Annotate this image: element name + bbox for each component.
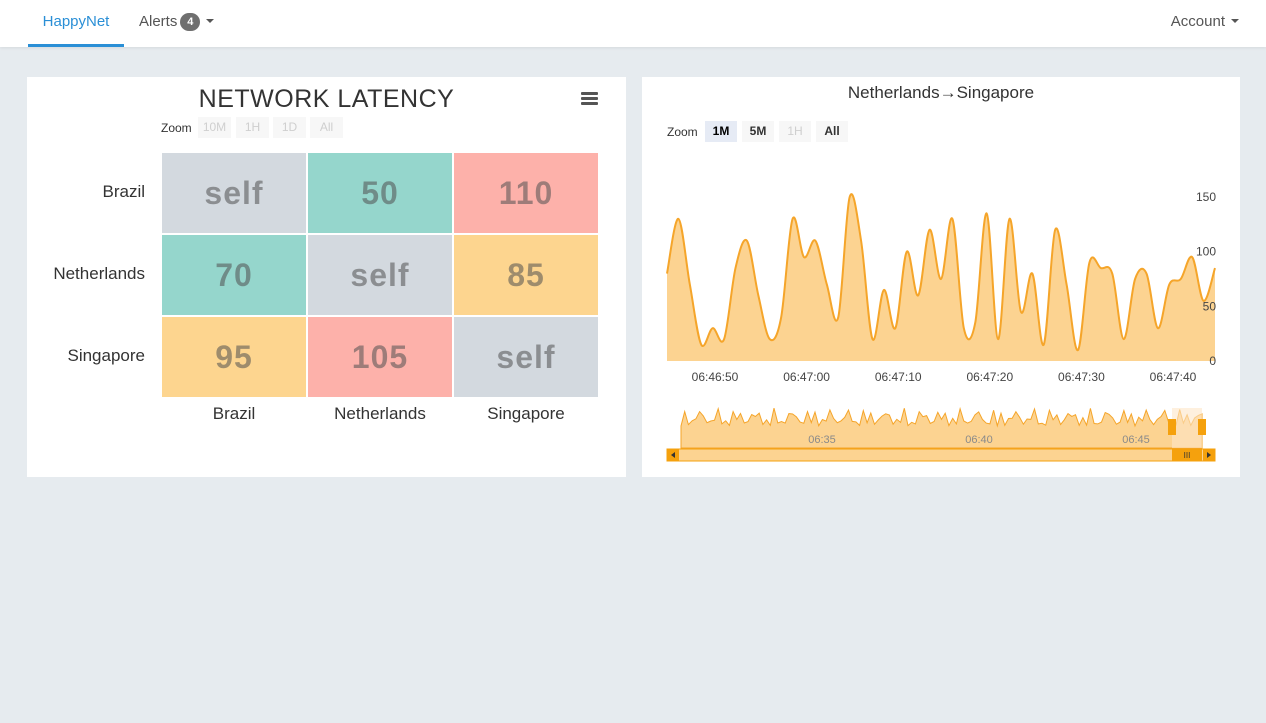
- zoom-all-button[interactable]: All: [310, 117, 343, 138]
- alerts-label: Alerts: [139, 13, 178, 30]
- zoom-label: Zoom: [161, 121, 192, 135]
- heatmap-cell[interactable]: 110: [454, 153, 598, 233]
- heatmap-title: NETWORK LATENCY: [198, 85, 455, 113]
- chevron-down-icon: [1231, 19, 1239, 23]
- heatmap-cell[interactable]: self: [308, 235, 452, 315]
- heatmap-cell[interactable]: 85: [454, 235, 598, 315]
- navigator-left-handle: [1168, 419, 1176, 435]
- heatmap-cell[interactable]: 50: [308, 153, 452, 233]
- account-label: Account: [1170, 13, 1225, 30]
- col-label-netherlands: Netherlands: [334, 404, 426, 423]
- x-tick-label: 06:47:40: [1150, 370, 1197, 384]
- x-tick-label: 06:47:30: [1058, 370, 1105, 384]
- navigator-selection: [1172, 408, 1202, 448]
- hamburger-menu-icon[interactable]: [580, 91, 600, 107]
- main-plot-area: [666, 193, 1216, 361]
- x-axis: 06:46:50 06:47:00 06:47:10 06:47:20 06:47:30…: [692, 370, 1197, 384]
- heatmap-cell[interactable]: self: [162, 153, 306, 233]
- x-tick-label: 06:47:00: [783, 370, 830, 384]
- active-tab-indicator: [28, 44, 124, 47]
- alerts-dropdown[interactable]: Alerts 4: [139, 0, 215, 47]
- navigator-label: 06:35: [808, 434, 836, 446]
- x-tick-label: 06:47:20: [966, 370, 1013, 384]
- row-label-brazil: Brazil: [102, 182, 145, 201]
- navigator-right-handle: [1198, 419, 1206, 435]
- heatmap-cell[interactable]: self: [454, 317, 598, 397]
- x-tick-label: 06:47:10: [875, 370, 922, 384]
- zoom-1h-button[interactable]: 1H: [236, 117, 269, 138]
- chevron-down-icon: [206, 19, 215, 23]
- navigator-area: 06:35 06:40 06:45 III: [666, 406, 1216, 462]
- latency-heatmap-panel: NETWORK LATENCY Zoom 10M 1H 1D All Brazi…: [27, 77, 626, 477]
- y-tick-label: 50: [1203, 299, 1217, 313]
- row-label-netherlands: Netherlands: [53, 264, 145, 283]
- heatmap-cell[interactable]: 105: [308, 317, 452, 397]
- navigator-scrollbar-track: [666, 448, 1216, 462]
- y-tick-label: 100: [1196, 245, 1216, 259]
- top-navbar: HappyNet Alerts 4 Account: [0, 0, 1266, 47]
- zoom-10m-button[interactable]: 10M: [198, 117, 231, 138]
- route-latency-panel: Netherlands→Singapore Zoom 1M 5M 1H All …: [642, 77, 1240, 477]
- heatmap-cell[interactable]: 95: [162, 317, 306, 397]
- alerts-count-badge: 4: [180, 13, 201, 31]
- route-latency-chart: 0 50 100 150 06:46:50 06:47:00 06:47:10 06:47:…: [666, 190, 1217, 462]
- heatmap-cell[interactable]: 70: [162, 235, 306, 315]
- account-dropdown[interactable]: Account: [1171, 0, 1239, 47]
- x-tick-label: 06:46:50: [692, 370, 739, 384]
- col-label-singapore: Singapore: [487, 404, 565, 423]
- scrollbar-grip: III: [1184, 451, 1191, 460]
- navigator-label: 06:40: [965, 434, 993, 446]
- col-label-brazil: Brazil: [212, 404, 256, 423]
- y-tick-label: 150: [1196, 190, 1216, 204]
- row-label-singapore: Singapore: [67, 346, 145, 365]
- zoom-1d-button[interactable]: 1D: [273, 117, 306, 138]
- navigator-label: 06:45: [1122, 434, 1150, 446]
- y-tick-label: 0: [1209, 354, 1216, 368]
- nav-brand-link[interactable]: HappyNet: [28, 0, 124, 47]
